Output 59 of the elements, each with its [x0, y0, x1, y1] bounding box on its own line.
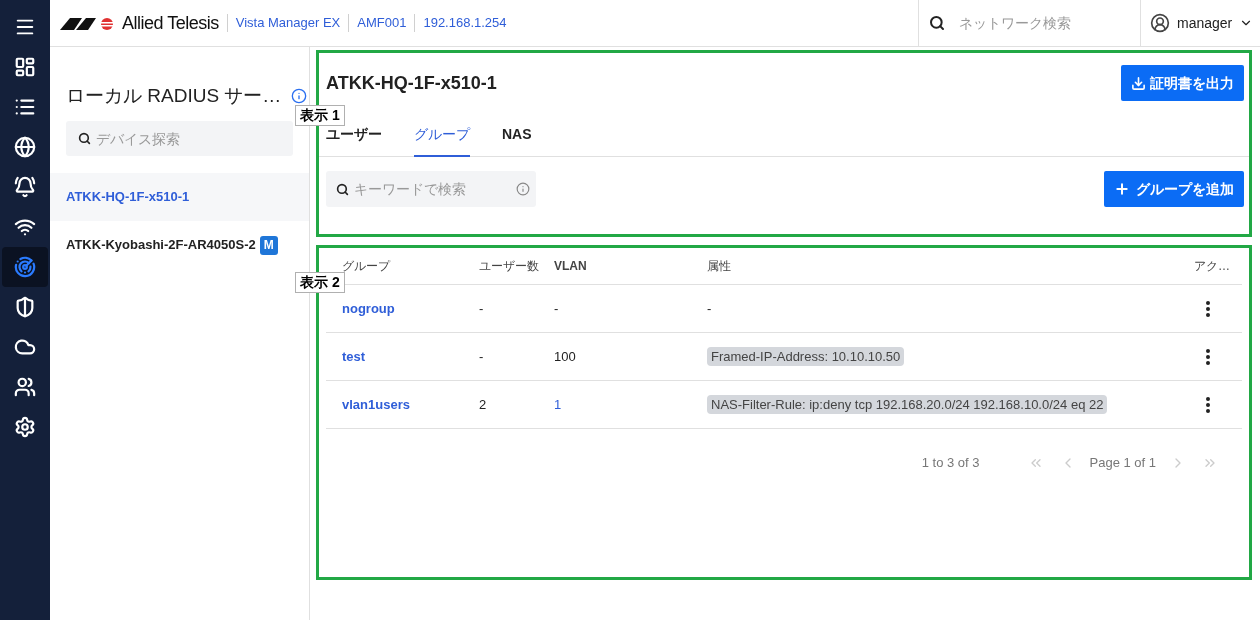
- table-cell-text: 2: [479, 395, 488, 414]
- column-header: 属性: [707, 258, 732, 275]
- annotation-label: 表示 2: [295, 272, 345, 293]
- table-cell: 100: [554, 348, 576, 364]
- network-search-field[interactable]: ネットワーク検索: [959, 12, 1119, 34]
- pagination-summary: 1 to 3 of 3: [921, 454, 980, 473]
- logo-text: Allied Telesis: [122, 11, 219, 35]
- more-icon: [1206, 396, 1210, 413]
- keyword-search-field[interactable]: キーワードで検索: [326, 171, 536, 207]
- search-icon: [78, 132, 91, 145]
- group-link[interactable]: test: [342, 348, 366, 364]
- more-icon: [1206, 300, 1210, 317]
- breadcrumb-link[interactable]: Vista Manager EX: [235, 13, 341, 33]
- shield-icon: [14, 296, 36, 318]
- device-title: ATKK-HQ-1F-x510-1: [326, 71, 497, 95]
- cloud-icon: [14, 336, 36, 358]
- dashboard-icon: [14, 56, 36, 78]
- attribute-tag: Framed-IP-Address: 10.10.10.50: [707, 346, 905, 366]
- tab[interactable]: グループ: [414, 113, 470, 157]
- device-badge: M: [259, 235, 278, 255]
- vlan-link[interactable]: 1: [554, 396, 562, 412]
- add-group-button[interactable]: グループを追加: [1104, 171, 1244, 207]
- users-icon: [14, 376, 36, 398]
- info-icon: [516, 182, 530, 196]
- tab[interactable]: NAS: [502, 113, 532, 157]
- user-menu-button[interactable]: manager: [1140, 0, 1260, 47]
- device-item[interactable]: ATKK-HQ-1F-x510-1: [50, 173, 309, 221]
- group-link[interactable]: vlan1users: [342, 396, 410, 412]
- device-item[interactable]: ATKK-Kyobashi-2F-AR4050S-2 M: [50, 221, 309, 269]
- table-cell-text: -: [479, 347, 485, 366]
- plus-icon: [1114, 181, 1130, 197]
- download-icon: [1131, 75, 1146, 91]
- bell-icon: [14, 176, 36, 198]
- table-cell-text: -: [479, 299, 485, 318]
- page-indicator: Page 1 of 1: [1089, 454, 1156, 473]
- group-link[interactable]: nogroup: [342, 300, 395, 316]
- column-header: アク…: [1193, 258, 1231, 275]
- device-search-field[interactable]: デバイス探索: [66, 121, 293, 156]
- annotation-label: 表示 1: [295, 105, 345, 126]
- search-icon: [929, 15, 945, 31]
- more-icon: [1206, 348, 1210, 365]
- panel-title: ローカル RADIUS サー…: [66, 83, 282, 108]
- table-cell: -: [554, 300, 559, 316]
- radar-icon: [14, 256, 36, 278]
- settings-icon: [14, 416, 36, 438]
- list-icon: [14, 96, 36, 118]
- logo-icon: [60, 16, 116, 30]
- user-icon: [1150, 13, 1170, 33]
- search-icon: [336, 183, 349, 196]
- column-header: VLAN: [554, 258, 588, 275]
- export-certificate-button[interactable]: 証明書を出力: [1121, 65, 1244, 101]
- column-header: ユーザー数: [479, 258, 540, 275]
- table-cell: -: [707, 300, 712, 316]
- globe-icon: [14, 136, 36, 158]
- attribute-tag: NAS-Filter-Rule: ip:deny tcp 192.168.20.0/24 192.168.10.0/24 eq 22: [707, 394, 1108, 414]
- breadcrumb-link[interactable]: AMF001: [357, 13, 407, 33]
- breadcrumb-link[interactable]: 192.168.1.254: [423, 13, 507, 33]
- column-header: グループ: [341, 258, 392, 275]
- info-icon: [291, 88, 308, 104]
